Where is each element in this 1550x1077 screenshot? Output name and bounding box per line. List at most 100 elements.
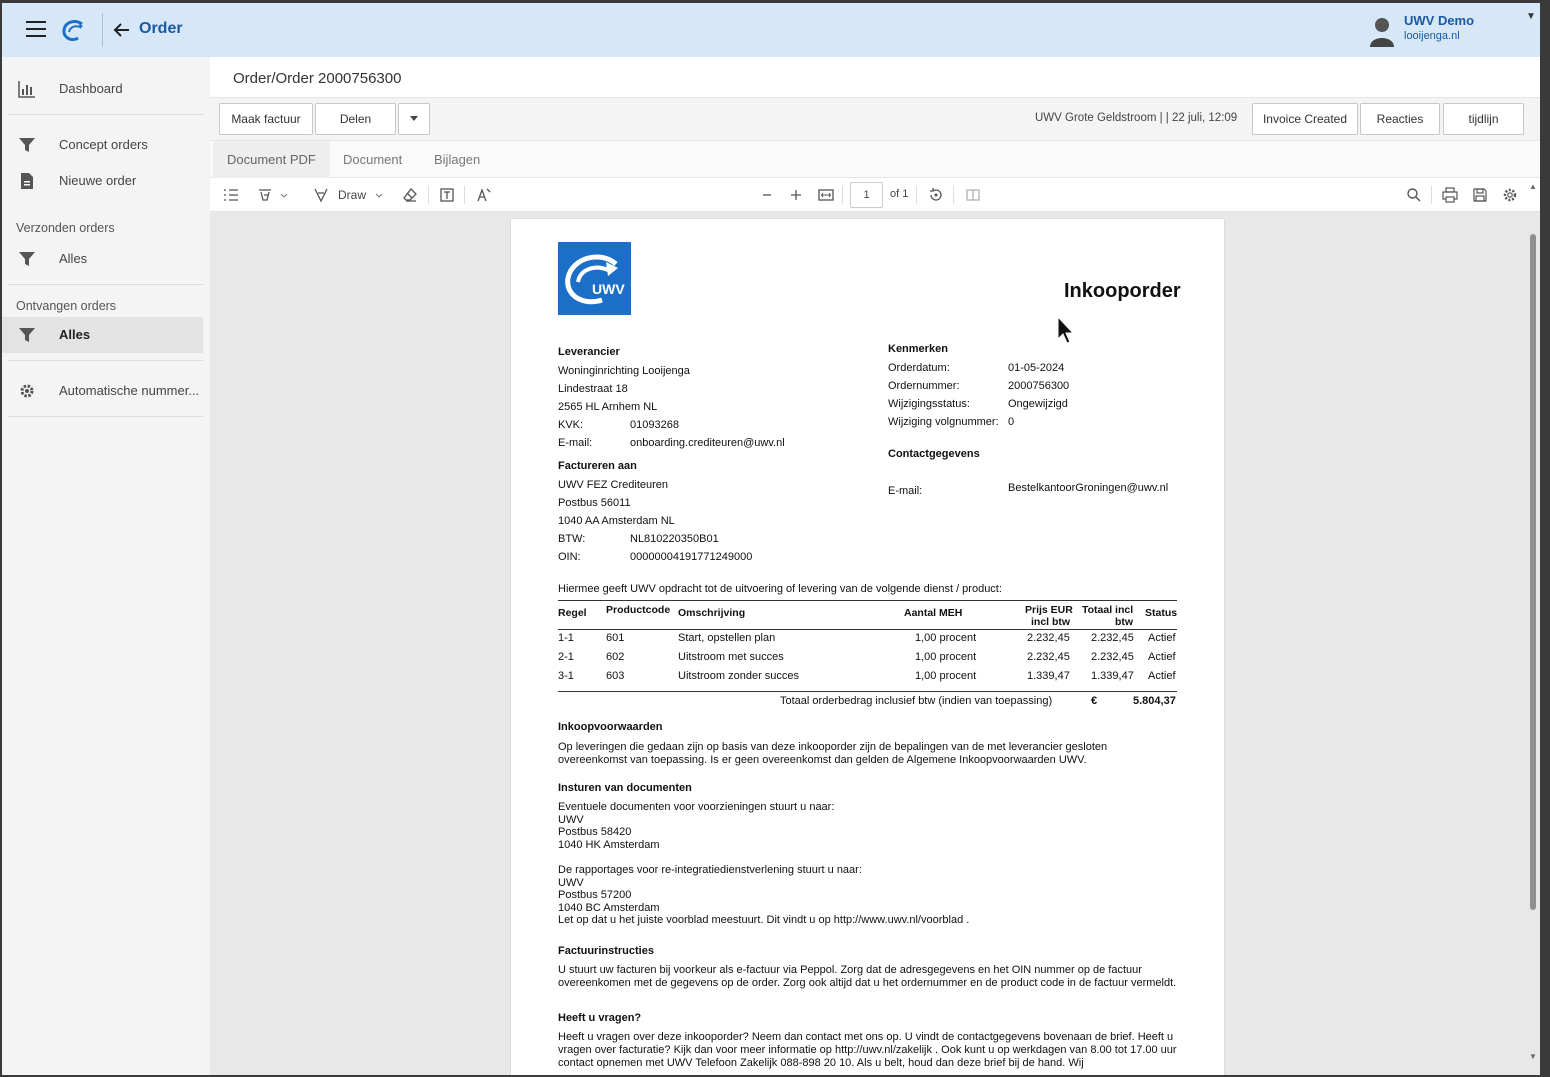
share-button[interactable]: Delen — [315, 103, 396, 135]
sidebar-item-auto-numbering[interactable]: Automatische nummer... — [2, 373, 203, 409]
documents-line: 1040 HK Amsterdam — [558, 839, 660, 851]
search-icon[interactable] — [1406, 187, 1422, 203]
pdf-toolbar: Draw 1 of 1 — [210, 178, 1540, 212]
save-icon[interactable] — [1472, 187, 1488, 203]
filter-icon — [19, 252, 35, 266]
uwv-logo-icon[interactable] — [60, 16, 88, 44]
scroll-down-icon[interactable]: ▼ — [1529, 1052, 1537, 1061]
chevron-down-icon[interactable] — [279, 187, 289, 203]
btw-value: NL810220350B01 — [630, 533, 719, 545]
row-omschrijving: Uitstroom zonder succes — [678, 670, 800, 682]
mouse-cursor-icon — [1057, 316, 1075, 344]
total-amount: 5.804,37 — [1133, 695, 1176, 707]
documents-line: De rapportages voor re-integratiedienstv… — [558, 864, 862, 876]
row-code: 601 — [606, 632, 625, 644]
table-rule-header — [558, 629, 1177, 630]
sidebar-item-dashboard[interactable]: Dashboard — [2, 71, 203, 107]
supplier-city: 2565 HL Arnhem NL — [558, 401, 658, 413]
logo-text: UWV — [592, 281, 625, 297]
row-omschrijving: Uitstroom met succes — [678, 651, 784, 663]
zoom-in-icon[interactable] — [788, 187, 804, 203]
sidebar-item-label: Nieuwe order — [59, 173, 137, 188]
table-rule-bottom — [558, 691, 1177, 692]
share-dropdown-button[interactable] — [398, 103, 430, 135]
divider — [428, 186, 429, 204]
section-heading-sent: Verzonden orders — [16, 221, 115, 235]
row-totaal: 2.232,45 — [1091, 651, 1134, 663]
col-prijs-sub: incl btw — [1031, 616, 1071, 628]
text-box-icon[interactable] — [439, 187, 455, 203]
row-status: Actief — [1148, 651, 1176, 663]
pdf-viewer[interactable]: UWV Inkooporder Leverancier Woninginrich… — [210, 212, 1540, 1075]
row-totaal: 2.232,45 — [1091, 632, 1134, 644]
scroll-up-icon[interactable]: ▲ — [1529, 182, 1537, 191]
change-status-value: Ongewijzigd — [1008, 398, 1068, 410]
sidebar-item-label: Alles — [59, 327, 91, 342]
make-invoice-button[interactable]: Maak factuur — [219, 103, 313, 135]
row-prijs: 2.232,45 — [1027, 651, 1070, 663]
documents-line: Postbus 58420 — [558, 826, 632, 838]
menu-icon[interactable] — [26, 21, 46, 37]
questions-heading: Heeft u vragen? — [558, 1012, 642, 1024]
supplier-name: Woninginrichting Looijenga — [558, 365, 690, 377]
timeline-button[interactable]: tijdlijn — [1443, 103, 1524, 135]
change-status-label: Wijzigingsstatus: — [888, 398, 970, 410]
text-style-icon[interactable] — [476, 187, 492, 203]
scrollbar[interactable]: ▼ — [1526, 212, 1540, 1075]
page-layout-icon[interactable] — [965, 187, 981, 203]
chevron-down-icon[interactable]: ▼ — [1526, 11, 1536, 22]
pen-icon[interactable] — [313, 187, 329, 203]
documents-line: UWV — [558, 877, 584, 889]
sidebar-item-new-order[interactable]: Nieuwe order — [2, 163, 203, 199]
questions-text: Heeft u vragen over deze inkooporder? Ne… — [558, 1031, 1177, 1069]
zoom-out-icon[interactable] — [759, 187, 775, 203]
divider — [953, 186, 954, 204]
billing-city: 1040 AA Amsterdam NL — [558, 515, 675, 527]
chevron-down-icon[interactable] — [374, 187, 384, 203]
contact-email: BestelkantoorGroningen@uwv.nl — [1008, 482, 1169, 494]
sidebar-item-label: Automatische nummer... — [59, 383, 200, 398]
row-regel: 2-1 — [558, 651, 574, 663]
top-bar: Order UWV Demo looijenga.nl ▼ — [2, 3, 1540, 57]
row-totaal: 1.339,47 — [1091, 670, 1134, 682]
row-regel: 3-1 — [558, 670, 574, 682]
uwv-logo: UWV — [558, 242, 631, 315]
sidebar: Dashboard Concept orders Nieuwe order Ve… — [2, 57, 210, 1075]
total-currency: € — [1091, 695, 1098, 707]
sidebar-item-label: Concept orders — [59, 137, 148, 152]
eraser-icon[interactable] — [402, 187, 418, 203]
sidebar-item-concept-orders[interactable]: Concept orders — [2, 127, 203, 163]
supplier-email-label: E-mail: — [558, 437, 593, 449]
rotate-icon[interactable] — [928, 187, 944, 203]
documents-line: Eventuele documenten voor voorzieningen … — [558, 801, 835, 813]
outline-list-icon[interactable] — [223, 187, 239, 203]
fit-width-icon[interactable] — [818, 187, 834, 203]
highlighter-icon[interactable] — [257, 187, 273, 203]
page-total: of 1 — [890, 188, 909, 200]
reactions-button[interactable]: Reacties — [1360, 103, 1440, 135]
billing-postbus: Postbus 56011 — [558, 497, 631, 509]
page-title: Order — [139, 20, 183, 37]
document-icon — [21, 173, 33, 189]
user-name[interactable]: UWV Demo — [1404, 13, 1474, 28]
oin-label: OIN: — [558, 551, 581, 563]
btw-label: BTW: — [558, 533, 586, 545]
tab-document[interactable]: Document — [329, 141, 416, 178]
tab-document-pdf[interactable]: Document PDF — [213, 141, 330, 178]
back-arrow-icon[interactable] — [110, 18, 134, 42]
row-aantal: 1,00 procent — [915, 670, 977, 682]
scroll-thumb[interactable] — [1530, 234, 1536, 910]
tab-attachments[interactable]: Bijlagen — [420, 141, 494, 178]
invoice-instructions-text: U stuurt uw facturen bij voorkeur als e-… — [558, 964, 1177, 989]
sidebar-item-label: Alles — [59, 251, 88, 266]
sidebar-item-sent-all[interactable]: Alles — [2, 241, 203, 277]
draw-label[interactable]: Draw — [338, 188, 366, 202]
sidebar-item-received-all[interactable]: Alles — [2, 317, 203, 353]
page-number-input[interactable]: 1 — [850, 182, 883, 208]
print-icon[interactable] — [1442, 187, 1458, 203]
settings-gear-icon[interactable] — [1502, 187, 1518, 203]
avatar[interactable] — [1368, 15, 1396, 47]
pdf-page: UWV Inkooporder Leverancier Woninginrich… — [511, 219, 1224, 1075]
invoice-created-button[interactable]: Invoice Created — [1252, 103, 1358, 135]
features-heading: Kenmerken — [888, 343, 948, 355]
